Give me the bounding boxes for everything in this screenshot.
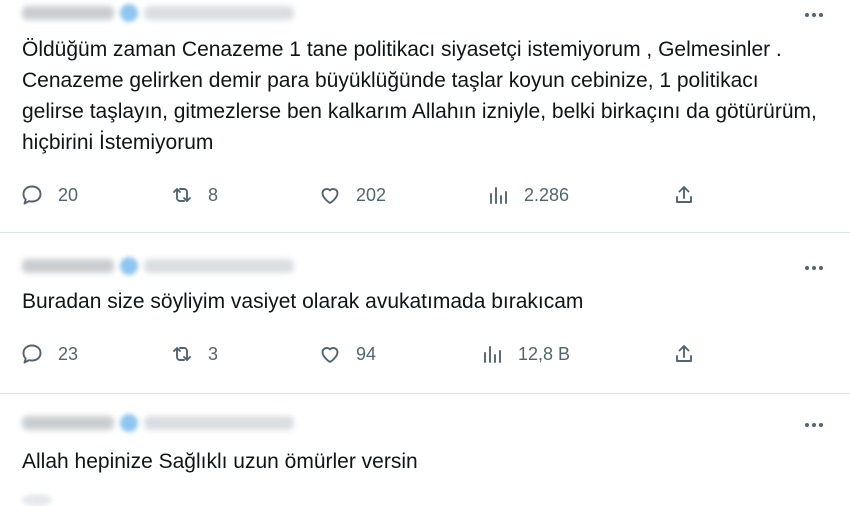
reply-count: 20 (58, 184, 79, 205)
tweet-text: Allah hepinize Sağlıklı uzun ömürler ver… (22, 450, 418, 473)
retweet-icon (173, 347, 191, 361)
author-handle-redacted (144, 416, 294, 430)
more-options-button[interactable] (800, 257, 828, 279)
views-icon (490, 187, 507, 204)
share-icon (676, 345, 692, 362)
views-count: 2.286 (524, 184, 570, 205)
tweet-3[interactable]: Allah hepinize Sağlıklı uzun ömürler ver… (0, 394, 850, 506)
reply-button[interactable]: 23 (20, 341, 78, 367)
author-handle-redacted (144, 259, 294, 273)
views-icon (484, 346, 501, 363)
views-count: 12,8 B (518, 343, 571, 364)
tweet-3-author-header[interactable] (22, 412, 294, 434)
retweet-count: 8 (208, 184, 219, 205)
more-icon (805, 266, 809, 270)
more-options-button[interactable] (800, 4, 828, 26)
tweet-2[interactable]: Buradan size söyliyim vasiyet olarak avu… (0, 233, 850, 393)
tweet-1-author-header[interactable] (22, 2, 294, 24)
author-name-redacted (22, 6, 114, 20)
views-button[interactable]: 2.286 (486, 182, 569, 208)
share-icon (676, 186, 692, 203)
avatar-partial (22, 494, 52, 506)
views-button[interactable]: 12,8 B (480, 341, 570, 367)
author-name-redacted (22, 416, 114, 430)
heart-icon (321, 188, 339, 204)
tweet-1[interactable]: Öldüğüm zaman Cenazeme 1 tane politikacı… (0, 0, 850, 232)
reply-button[interactable]: 20 (20, 182, 78, 208)
tweet-text: Öldüğüm zaman Cenazeme 1 tane politikacı… (22, 38, 817, 154)
author-name-redacted (22, 259, 114, 273)
more-icon (805, 13, 809, 17)
verified-badge-icon (120, 4, 138, 22)
author-handle-redacted (144, 6, 294, 20)
retweet-button[interactable]: 8 (170, 182, 218, 208)
reply-icon (22, 344, 42, 364)
reply-icon (22, 185, 42, 205)
verified-badge-icon (120, 414, 138, 432)
more-icon (805, 423, 809, 427)
tweet-actions: 20 8 202 2.286 (20, 182, 720, 208)
retweet-count: 3 (208, 343, 219, 364)
tweet-actions: 23 3 94 12,8 B (20, 341, 720, 367)
share-button[interactable] (672, 341, 696, 367)
tweet-text: Buradan size söyliyim vasiyet olarak avu… (22, 290, 584, 313)
like-button[interactable]: 202 (318, 182, 386, 208)
verified-badge-icon (120, 257, 138, 275)
retweet-icon (173, 188, 191, 202)
reply-count: 23 (58, 343, 79, 364)
tweet-2-author-header[interactable] (22, 255, 294, 277)
heart-icon (321, 347, 339, 363)
like-button[interactable]: 94 (318, 341, 376, 367)
like-count: 94 (356, 343, 377, 364)
like-count: 202 (356, 184, 387, 205)
retweet-button[interactable]: 3 (170, 341, 218, 367)
more-options-button[interactable] (800, 414, 828, 436)
share-button[interactable] (672, 182, 696, 208)
